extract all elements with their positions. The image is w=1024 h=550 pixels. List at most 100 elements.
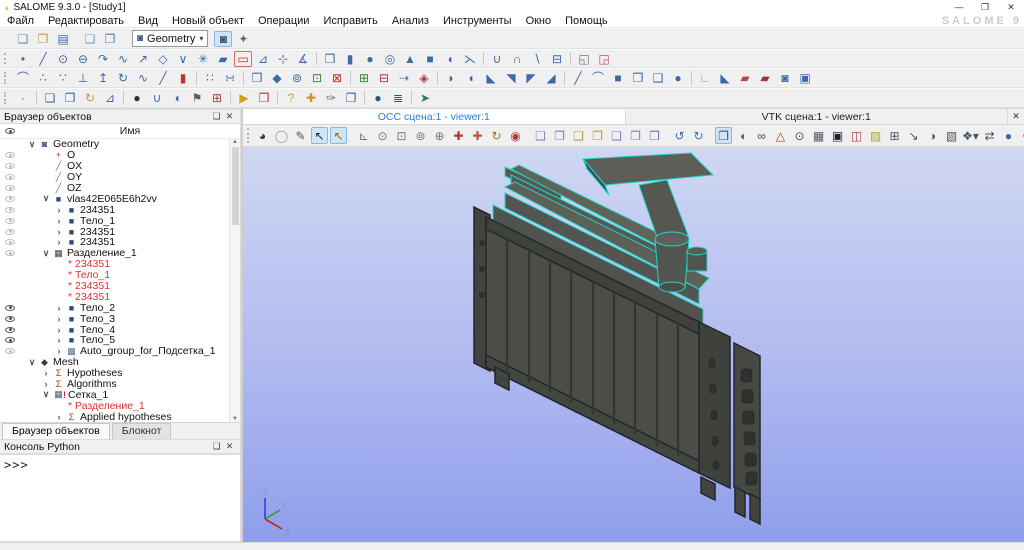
menu-исправить[interactable]: Исправить xyxy=(316,15,384,28)
global-pan-button[interactable]: ✚ xyxy=(469,127,486,144)
boolean-cut-button[interactable]: ∖ xyxy=(528,51,546,67)
create-ellipse-button[interactable]: ⊖ xyxy=(74,51,92,67)
union-faces-button[interactable]: ╱ xyxy=(569,70,587,86)
boolean-section-button[interactable]: ⊟ xyxy=(548,51,566,67)
feature-detection-button[interactable]: ◲ xyxy=(595,51,613,67)
tools-button[interactable]: ✚ xyxy=(302,90,320,106)
create-face-button[interactable]: ▰ xyxy=(214,51,232,67)
erase2-button[interactable]: ▰ xyxy=(756,70,774,86)
visibility-eye-icon[interactable] xyxy=(5,218,15,224)
visibility-eye-icon[interactable] xyxy=(5,337,15,343)
presentation-button[interactable]: ▦ xyxy=(810,127,827,144)
mirror-view-button[interactable]: ◫ xyxy=(848,127,865,144)
visibility-eye-icon[interactable] xyxy=(5,185,15,191)
points-cloud2-button[interactable]: ∵ xyxy=(54,70,72,86)
menu-вид[interactable]: Вид xyxy=(131,15,165,28)
toolbar-drag-handle[interactable] xyxy=(4,92,9,105)
toolbar-drag-handle[interactable] xyxy=(4,72,9,85)
paste-button[interactable]: ❐ xyxy=(101,31,119,47)
fit-all-button[interactable]: ⊙ xyxy=(374,127,391,144)
explode-button[interactable]: ❒ xyxy=(248,70,266,86)
fillet-1d-button[interactable]: ⌒ xyxy=(14,70,32,86)
visibility-eye-icon[interactable] xyxy=(5,305,15,311)
fillet-3d-button[interactable]: ❒ xyxy=(629,70,647,86)
tree-item[interactable]: * Разделение_1 xyxy=(0,400,229,411)
fit-area-button[interactable]: ⊡ xyxy=(393,127,410,144)
poly-select-button[interactable]: ↖ xyxy=(330,127,347,144)
create-corner-button[interactable]: ⋋ xyxy=(461,51,479,67)
add-point-on-edge-button[interactable]: ◤ xyxy=(522,70,540,86)
visibility-eye-icon[interactable] xyxy=(5,196,15,202)
mesh-cube-button[interactable]: ❒ xyxy=(255,90,273,106)
boolean-fuse-button[interactable]: ∪ xyxy=(488,51,506,67)
create-plane-button[interactable]: ⊿ xyxy=(254,51,272,67)
tree-item[interactable]: ›■234351 xyxy=(0,204,229,215)
tree-item[interactable]: ╱OX xyxy=(0,161,229,172)
rotate-shape-button[interactable]: ↻ xyxy=(81,90,99,106)
wedge-cut-button[interactable]: ◣ xyxy=(716,70,734,86)
create-face2-button[interactable]: ■ xyxy=(421,51,439,67)
select-style-button[interactable]: ✎ xyxy=(292,127,309,144)
geometry-module-button[interactable]: ◙ xyxy=(214,31,232,47)
create-rectangle-button[interactable]: ▭ xyxy=(234,51,252,67)
filter-button[interactable]: ✑ xyxy=(322,90,340,106)
tree-item[interactable]: ›■Тело_5 xyxy=(0,335,229,346)
solid2-button[interactable]: ❒ xyxy=(61,90,79,106)
tree-item[interactable]: ›■Тело_4 xyxy=(0,324,229,335)
multi-rotation-button[interactable]: ∺ xyxy=(221,70,239,86)
shapes-folder-button[interactable]: ❐ xyxy=(342,90,360,106)
sewing-button[interactable]: ◗ xyxy=(442,70,460,86)
menu-помощь[interactable]: Помощь xyxy=(558,15,615,28)
tree-item[interactable]: ›ΣHypotheses xyxy=(0,368,229,379)
scale-view-button[interactable]: ↘ xyxy=(905,127,922,144)
create-circle-button[interactable]: ⊙ xyxy=(54,51,72,67)
create-vector-button[interactable]: ↗ xyxy=(134,51,152,67)
picture-import-button[interactable]: ◱ xyxy=(575,51,593,67)
notebook-button[interactable]: ❏ xyxy=(41,90,59,106)
toolbar-drag-handle[interactable] xyxy=(247,128,249,143)
open-document-button[interactable]: ❐ xyxy=(34,31,52,47)
section-plane-button[interactable]: ⊿ xyxy=(101,90,119,106)
menu-редактировать[interactable]: Редактировать xyxy=(41,15,131,28)
close-panel-icon[interactable]: ✕ xyxy=(223,441,236,452)
points-cloud-button[interactable]: ∴ xyxy=(34,70,52,86)
expander-closed-icon[interactable]: › xyxy=(53,335,65,345)
tree-item[interactable]: ›■Тело_3 xyxy=(0,313,229,324)
start-rotation-button[interactable]: ◠ xyxy=(1019,127,1024,144)
visibility-eye-icon[interactable] xyxy=(5,239,15,245)
tab-vtk-viewer[interactable]: VTK сцена:1 - viewer:1 xyxy=(626,109,1009,124)
create-disk-button[interactable]: ◖ xyxy=(441,51,459,67)
visibility-eye-icon[interactable] xyxy=(5,348,15,354)
compute-button[interactable]: ▶ xyxy=(235,90,253,106)
left-view-button[interactable]: ❑ xyxy=(608,127,625,144)
visibility-eye-icon[interactable] xyxy=(5,163,15,169)
dump-view-button[interactable]: ▣ xyxy=(829,127,846,144)
create-curve-button[interactable]: ∿ xyxy=(114,51,132,67)
close-viewer-icon[interactable]: ✕ xyxy=(1008,109,1024,124)
scroll-up-icon[interactable]: ▲ xyxy=(232,139,238,145)
check-compound-button[interactable]: ▣ xyxy=(796,70,814,86)
top-view-button[interactable]: ❑ xyxy=(570,127,587,144)
tree-item[interactable]: ╱OY xyxy=(0,172,229,183)
build-compound-button[interactable]: ∪ xyxy=(148,90,166,106)
translate-button[interactable]: ↥ xyxy=(94,70,112,86)
clipping-button[interactable]: ▨ xyxy=(867,127,884,144)
hexahedral-solid-button[interactable]: ⊠ xyxy=(328,70,346,86)
iso-view-button[interactable]: ❒ xyxy=(646,127,663,144)
minimize-button[interactable]: — xyxy=(946,0,972,15)
float-panel-icon[interactable]: ❏ xyxy=(210,111,223,122)
expander-closed-icon[interactable]: › xyxy=(53,237,65,247)
tree-item[interactable]: ∨◙Geometry xyxy=(0,139,229,150)
change-rotation-point-button[interactable]: ◉ xyxy=(507,127,524,144)
tree-item[interactable]: * 234351 xyxy=(0,259,229,270)
menu-анализ[interactable]: Анализ xyxy=(385,15,436,28)
rotate-view-button[interactable]: ↻ xyxy=(488,127,505,144)
background-button[interactable]: ▧ xyxy=(943,127,960,144)
pan-button[interactable]: ✚ xyxy=(450,127,467,144)
chamfer-button[interactable]: ❑ xyxy=(649,70,667,86)
dynamic-zoom-button[interactable]: ⊙ xyxy=(791,127,808,144)
reset-view-button[interactable]: ❒ xyxy=(715,127,732,144)
expander-closed-icon[interactable]: › xyxy=(53,227,65,237)
graduated-axes-button[interactable]: ⊞ xyxy=(886,127,903,144)
tree-item[interactable]: ›ΣApplied hypotheses xyxy=(0,411,229,422)
